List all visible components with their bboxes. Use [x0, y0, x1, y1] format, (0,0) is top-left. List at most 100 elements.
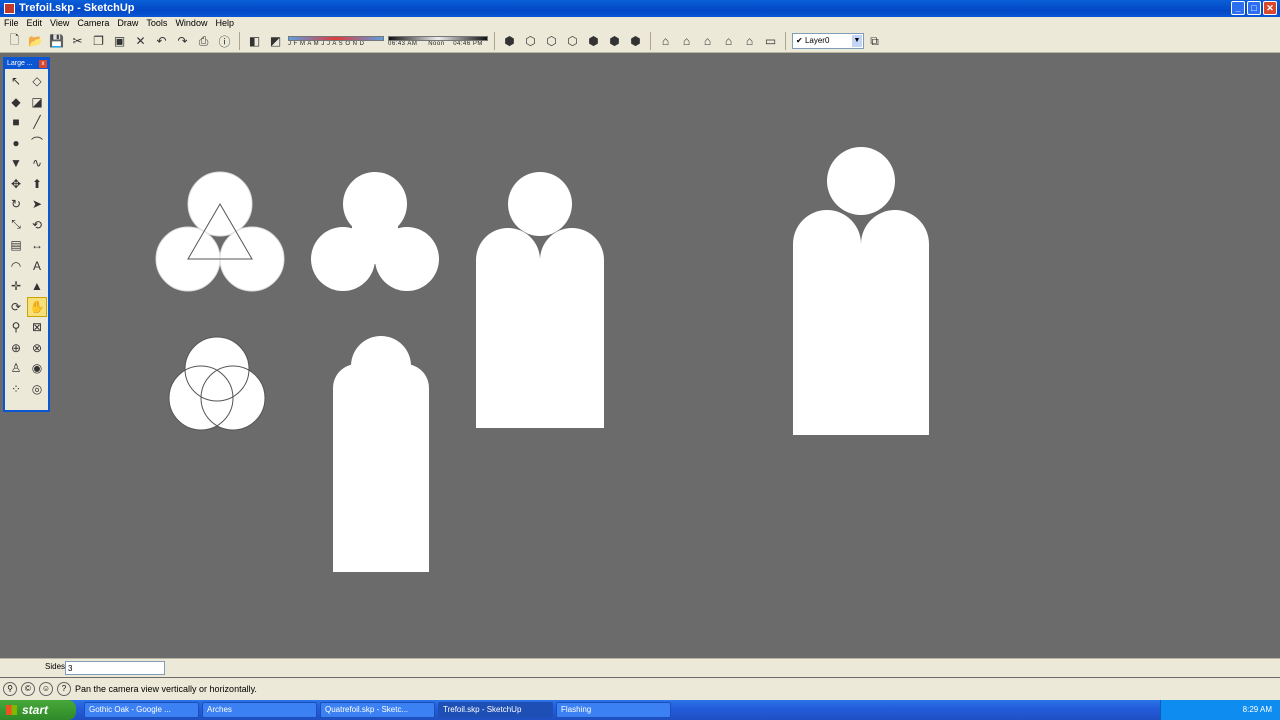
- section-icon[interactable]: ▭: [761, 32, 780, 51]
- line-tool-icon[interactable]: ╱: [27, 112, 47, 133]
- menu-tools[interactable]: Tools: [142, 17, 171, 30]
- copy-icon[interactable]: ❐: [89, 32, 108, 51]
- menu-window[interactable]: Window: [171, 17, 211, 30]
- task-gothic-oak[interactable]: Gothic Oak - Google ...: [84, 702, 199, 718]
- menu-draw[interactable]: Draw: [113, 17, 142, 30]
- geo-location-icon[interactable]: ⚲: [3, 682, 17, 696]
- vcb-input[interactable]: [65, 661, 165, 675]
- xray-icon[interactable]: ⬢: [626, 32, 645, 51]
- model-drawing[interactable]: [52, 54, 1280, 656]
- look-around-tool-icon[interactable]: ◉: [27, 358, 47, 379]
- task-flashing[interactable]: Flashing: [556, 702, 671, 718]
- model-info-icon[interactable]: ⓘ: [215, 32, 234, 51]
- start-button[interactable]: start: [0, 700, 76, 720]
- protractor-tool-icon[interactable]: ◠: [6, 256, 26, 277]
- time-noon-label: Noon: [428, 40, 445, 47]
- top-view-icon[interactable]: ⬡: [521, 32, 540, 51]
- eraser-tool-icon[interactable]: ◪: [27, 92, 47, 113]
- previous-view-tool-icon[interactable]: ⊗: [27, 338, 47, 359]
- shaded-textures-icon[interactable]: ⌂: [719, 32, 738, 51]
- rectangle-tool-icon[interactable]: ■: [6, 112, 26, 133]
- open-icon[interactable]: 📂: [26, 32, 45, 51]
- iso-view-icon[interactable]: ⬢: [500, 32, 519, 51]
- front-view-icon[interactable]: ⬡: [542, 32, 561, 51]
- large-tool-set: Large ... x ↖ ◇ ◆ ◪ ■ ╱ ● ⌒ ▼ ∿ ✥ ⬆ ↻ ➤ ⤡ ⟲ ▤ ↔ ◠ A ✛ ▲ ⟳ ✋ ⚲ ⊠ ⊕ ⊗…: [3, 57, 50, 412]
- menu-camera[interactable]: Camera: [73, 17, 113, 30]
- status-bar: ⚲ © ☺ ? Pan the camera view vertically o…: [0, 678, 1280, 700]
- wireframe-icon[interactable]: ⌂: [656, 32, 675, 51]
- hidden-line-icon[interactable]: ⌂: [677, 32, 696, 51]
- drawing-canvas[interactable]: [52, 54, 1280, 656]
- trefoil-plain: [311, 172, 439, 291]
- dimension-tool-icon[interactable]: ↔: [27, 235, 47, 256]
- axes-tool-icon[interactable]: ✛: [6, 276, 26, 297]
- title-bar: Trefoil.skp - SketchUp _ □ ✕: [0, 0, 1280, 17]
- monochrome-icon[interactable]: ⌂: [740, 32, 759, 51]
- menu-view[interactable]: View: [46, 17, 73, 30]
- position-camera-tool-icon[interactable]: ♙: [6, 358, 26, 379]
- minimize-button[interactable]: _: [1231, 1, 1245, 15]
- 3d-text-tool-icon[interactable]: ▲: [27, 276, 47, 297]
- right-view-icon[interactable]: ⬡: [563, 32, 582, 51]
- text-tool-icon[interactable]: A: [27, 256, 47, 277]
- menu-help[interactable]: Help: [211, 17, 238, 30]
- print-icon[interactable]: ⎙: [194, 32, 213, 51]
- close-button[interactable]: ✕: [1263, 1, 1277, 15]
- toolset-close-icon[interactable]: x: [39, 60, 47, 68]
- walk-tool-icon[interactable]: ⁘: [6, 379, 26, 400]
- layer-dropdown[interactable]: ✔ Layer0 ▼: [792, 33, 864, 49]
- task-arches[interactable]: Arches: [202, 702, 317, 718]
- make-component-tool-icon[interactable]: ◇: [27, 71, 47, 92]
- follow-me-tool-icon[interactable]: ➤: [27, 194, 47, 215]
- zoom-tool-icon[interactable]: ⚲: [6, 317, 26, 338]
- tape-measure-tool-icon[interactable]: ▤: [6, 235, 26, 256]
- left-view-icon[interactable]: ⬢: [605, 32, 624, 51]
- arc-tool-icon[interactable]: ⌒: [27, 133, 47, 154]
- fog-icon[interactable]: ◩: [266, 32, 285, 51]
- menu-edit[interactable]: Edit: [23, 17, 47, 30]
- task-trefoil[interactable]: Trefoil.skp - SketchUp: [438, 702, 553, 718]
- save-icon[interactable]: 💾: [47, 32, 66, 51]
- credits-icon[interactable]: ©: [21, 682, 35, 696]
- user-icon[interactable]: ☺: [39, 682, 53, 696]
- new-icon[interactable]: 🗋: [5, 32, 24, 51]
- section-plane-tool-icon[interactable]: ◎: [27, 379, 47, 400]
- offset-tool-icon[interactable]: ⟲: [27, 215, 47, 236]
- move-tool-icon[interactable]: ✥: [6, 174, 26, 195]
- paint-bucket-tool-icon[interactable]: ◆: [6, 92, 26, 113]
- circle-tool-icon[interactable]: ●: [6, 133, 26, 154]
- polygon-tool-icon[interactable]: ▼: [6, 153, 26, 174]
- select-tool-icon[interactable]: ↖: [6, 71, 26, 92]
- menu-file[interactable]: File: [0, 17, 23, 30]
- time-slider[interactable]: 06:43 AM Noon 04:46 PM: [388, 32, 488, 51]
- maximize-button[interactable]: □: [1247, 1, 1261, 15]
- clock[interactable]: 8:29 AM: [1243, 705, 1272, 714]
- freehand-tool-icon[interactable]: ∿: [27, 153, 47, 174]
- pan-tool-icon[interactable]: ✋: [27, 296, 47, 317]
- help-icon[interactable]: ?: [57, 682, 71, 696]
- orbit-tool-icon[interactable]: ⟳: [6, 297, 26, 318]
- shaded-icon[interactable]: ⌂: [698, 32, 717, 51]
- rotate-tool-icon[interactable]: ↻: [6, 194, 26, 215]
- layer-manager-icon[interactable]: ⧉: [865, 32, 884, 51]
- erase-icon[interactable]: ✕: [131, 32, 150, 51]
- trefoil-arch-large: [793, 147, 929, 435]
- paste-icon[interactable]: ▣: [110, 32, 129, 51]
- system-tray: 8:29 AM: [1160, 700, 1280, 720]
- layer-value: Layer0: [804, 36, 830, 45]
- back-view-icon[interactable]: ⬢: [584, 32, 603, 51]
- zoom-window-tool-icon[interactable]: ⊠: [27, 317, 47, 338]
- taskbar: start Gothic Oak - Google ... Arches Qua…: [0, 700, 1280, 720]
- month-slider[interactable]: J F M A M J J A S O N D: [288, 32, 384, 51]
- undo-icon[interactable]: ↶: [152, 32, 171, 51]
- chevron-down-icon[interactable]: ▼: [852, 35, 862, 47]
- push-pull-tool-icon[interactable]: ⬆: [27, 174, 47, 195]
- zoom-extents-tool-icon[interactable]: ⊕: [6, 338, 26, 359]
- task-quatrefoil[interactable]: Quatrefoil.skp - Sketc...: [320, 702, 435, 718]
- cut-icon[interactable]: ✂: [68, 32, 87, 51]
- shadows-icon[interactable]: ◧: [245, 32, 264, 51]
- trefoil-with-triangle: [155, 171, 285, 292]
- redo-icon[interactable]: ↷: [173, 32, 192, 51]
- scale-tool-icon[interactable]: ⤡: [6, 215, 26, 236]
- vcb-label: Sides: [45, 662, 66, 671]
